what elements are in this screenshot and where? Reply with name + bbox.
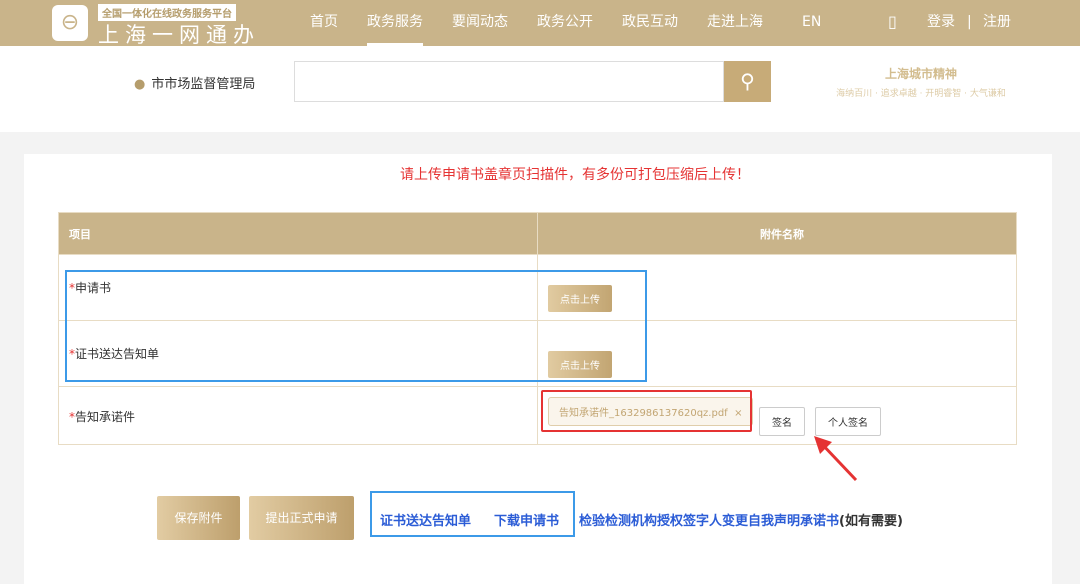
mobile-icon[interactable]: ▯ [888, 0, 897, 46]
download-application-link[interactable]: 下载申请书 [494, 510, 559, 529]
nav-public[interactable]: 政务公开 [537, 0, 593, 46]
sign-button[interactable]: 签名 [759, 407, 805, 436]
search-button[interactable]: ⚲ [724, 61, 771, 102]
arrow-icon [814, 436, 858, 482]
nav-news[interactable]: 要闻动态 [452, 0, 508, 46]
declaration-note: (如有需要) [839, 514, 903, 529]
highlight-box [541, 390, 752, 432]
nav-shanghai[interactable]: 走进上海 [707, 0, 763, 46]
row-label: 告知承诺件 [75, 410, 136, 424]
search-icon: ⚲ [740, 69, 755, 93]
nav-interaction[interactable]: 政民互动 [622, 0, 678, 46]
register-link[interactable]: 注册 [983, 0, 1011, 46]
nav-english[interactable]: EN [802, 0, 821, 46]
logo-icon[interactable]: ⊖ [52, 5, 88, 41]
location[interactable]: ● 市市场监督管理局 [134, 73, 255, 92]
submit-application-button[interactable]: 提出正式申请 [249, 496, 354, 540]
logo-title[interactable]: 上海一网通办 [98, 19, 260, 49]
separator: | [967, 14, 972, 30]
location-pin-icon: ● [134, 77, 146, 92]
top-bar: ⊖ 全国一体化在线政务服务平台 上海一网通办 首页 政务服务 要闻动态 政务公开… [0, 0, 1080, 49]
declaration-link[interactable]: 检验检测机构授权签字人变更自我声明承诺书(如有需要) [579, 510, 903, 529]
declaration-link-text[interactable]: 检验检测机构授权签字人变更自我声明承诺书 [579, 514, 839, 529]
location-label: 市市场监督管理局 [151, 77, 256, 92]
search-input[interactable] [294, 61, 724, 102]
slogan-title: 上海城市精神 [884, 67, 957, 81]
nav-home[interactable]: 首页 [310, 0, 338, 46]
notice-form-link[interactable]: 证书送达告知单 [380, 510, 471, 529]
login-link[interactable]: 登录 [927, 0, 955, 46]
save-attachment-button[interactable]: 保存附件 [157, 496, 240, 540]
nav-services[interactable]: 政务服务 [367, 0, 423, 46]
col-attachment: 附件名称 [537, 212, 1017, 255]
highlight-box [65, 270, 647, 382]
upload-notice: 请上传申请书盖章页扫描件，有多份可打包压缩后上传！ [400, 167, 750, 183]
col-item: 项目 [58, 212, 538, 255]
slogan-text: 海纳百川 · 追求卓越 · 开明睿智 · 大气谦和 [836, 89, 1006, 99]
